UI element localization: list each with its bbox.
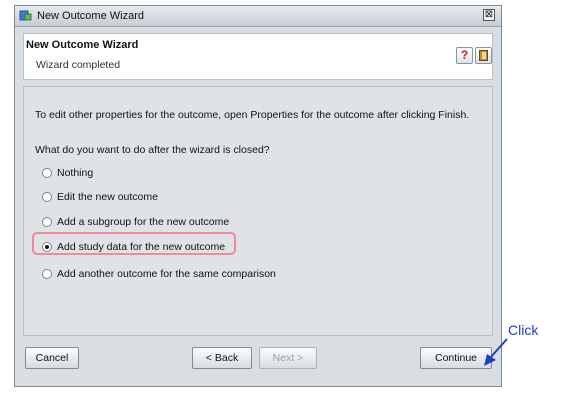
arrow-icon: [484, 338, 508, 366]
book-button[interactable]: [475, 47, 492, 64]
close-icon[interactable]: ⊠: [483, 9, 495, 21]
wizard-content: To edit other properties for the outcome…: [23, 86, 493, 336]
wizard-title: New Outcome Wizard: [26, 39, 139, 51]
option-label: Add a subgroup for the new outcome: [57, 216, 230, 228]
next-button[interactable]: Next >: [259, 347, 317, 369]
click-annotation: Click: [508, 322, 539, 338]
help-button[interactable]: ?: [456, 47, 473, 64]
option-label: Nothing: [57, 167, 94, 179]
wizard-subtitle: Wizard completed: [36, 59, 121, 71]
help-icon: ?: [460, 48, 469, 62]
radio-selected-icon[interactable]: [42, 242, 52, 252]
app-icon: [19, 10, 32, 21]
radio-icon[interactable]: [42, 168, 52, 178]
wizard-header: New Outcome Wizard Wizard completed ?: [23, 33, 493, 80]
radio-icon[interactable]: [42, 269, 52, 279]
option-label: Add study data for the new outcome: [57, 241, 226, 253]
book-icon: [479, 50, 488, 61]
info-text: To edit other properties for the outcome…: [35, 109, 470, 121]
wizard-window: New Outcome Wizard ⊠ New Outcome Wizard …: [14, 5, 502, 387]
window-title: New Outcome Wizard: [37, 10, 144, 22]
radio-icon[interactable]: [42, 217, 52, 227]
cancel-button[interactable]: Cancel: [25, 347, 79, 369]
back-button[interactable]: < Back: [192, 347, 252, 369]
title-bar: New Outcome Wizard ⊠: [15, 6, 501, 27]
radio-icon[interactable]: [42, 192, 52, 202]
option-label: Edit the new outcome: [57, 191, 158, 203]
question-text: What do you want to do after the wizard …: [35, 144, 270, 156]
option-label: Add another outcome for the same compari…: [57, 268, 276, 280]
